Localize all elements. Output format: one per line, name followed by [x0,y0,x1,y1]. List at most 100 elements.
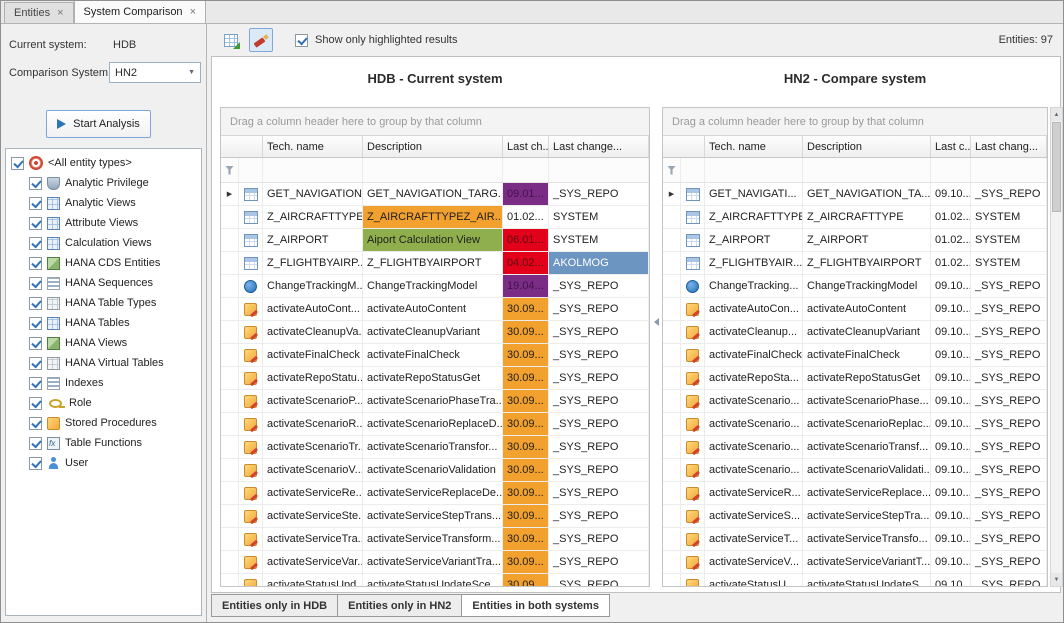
tech-name-cell[interactable]: activateFinalCheck [263,344,363,366]
last-change-user-cell[interactable]: _SYS_REPO [549,482,649,504]
last-changed-cell[interactable]: 09.10... [931,505,971,527]
last-changed-cell[interactable]: 30.09... [503,459,549,481]
description-cell[interactable]: activateScenarioReplaceD... [363,413,503,435]
table-row[interactable]: activateScenario...activateScenarioRepla… [663,413,1047,436]
filter-cell[interactable] [263,158,363,182]
tree-item-hana-views[interactable]: HANA Views [27,333,198,353]
table-row[interactable]: activateServiceV...activateServiceVarian… [663,551,1047,574]
tree-item-hana-cds-entities[interactable]: HANA CDS Entities [27,253,198,273]
table-row[interactable]: activateRepoSta...activateRepoStatusGet0… [663,367,1047,390]
tree-item-hana-sequences[interactable]: HANA Sequences [27,273,198,293]
description-cell[interactable]: activateServiceStepTrans... [363,505,503,527]
highlight-differences-button[interactable] [249,28,273,52]
tree-item-hana-tables[interactable]: HANA Tables [27,313,198,333]
filter-cell[interactable] [705,158,803,182]
filter-cell[interactable] [239,158,263,182]
description-cell[interactable]: Z_AIRCRAFTTYPEZ_AIR... [363,206,503,228]
scrollbar-thumb[interactable] [1052,122,1061,212]
last-changed-cell[interactable]: 06.01... [503,229,549,251]
start-analysis-button[interactable]: Start Analysis [46,110,151,138]
tech-name-cell[interactable]: activateScenario... [705,390,803,412]
description-cell[interactable]: ChangeTrackingModel [363,275,503,297]
last-change-user-cell[interactable]: _SYS_REPO [549,574,649,586]
last-change-user-cell[interactable]: _SYS_REPO [549,183,649,205]
vertical-scrollbar[interactable]: ▲ ▼ [1050,107,1063,587]
table-row[interactable]: Z_FLIGHTBYAIR...Z_FLIGHTBYAIRPORT01.02..… [663,252,1047,275]
last-change-user-cell[interactable]: AKOLMOG [549,252,649,274]
tab-entities[interactable]: Entities × [4,2,74,23]
last-changed-cell[interactable]: 30.09... [503,413,549,435]
table-row[interactable]: activateScenario...activateScenarioValid… [663,459,1047,482]
last-changed-cell[interactable]: 01.02... [931,252,971,274]
description-cell[interactable]: activateServiceReplace... [803,482,931,504]
tech-name-cell[interactable]: activateScenario... [705,459,803,481]
table-row[interactable]: activateServiceR...activateServiceReplac… [663,482,1047,505]
tree-item-all-entity-types[interactable]: <All entity types> [9,153,198,173]
filter-cell[interactable] [971,158,1047,182]
tech-name-cell[interactable]: activateServiceSte... [263,505,363,527]
tech-name-cell[interactable]: activateScenarioV... [263,459,363,481]
checkbox-checked[interactable] [29,317,42,330]
description-cell[interactable]: Z_FLIGHTBYAIRPORT [363,252,503,274]
checkbox-checked[interactable] [29,417,42,430]
table-row[interactable]: activateScenario...activateScenarioTrans… [663,436,1047,459]
description-cell[interactable]: activateServiceReplaceDe... [363,482,503,504]
last-change-user-cell[interactable]: _SYS_REPO [549,528,649,550]
description-cell[interactable]: ChangeTrackingModel [803,275,931,297]
checkbox-checked[interactable] [29,297,42,310]
filter-cell[interactable] [503,158,549,182]
description-cell[interactable]: activateScenarioTransfor... [363,436,503,458]
comparison-system-select[interactable]: HN2 ▼ [109,62,201,83]
last-change-user-cell[interactable]: _SYS_REPO [549,298,649,320]
description-cell[interactable]: activateServiceStepTra... [803,505,931,527]
last-changed-cell[interactable]: 30.09... [503,551,549,573]
last-changed-cell[interactable]: 09.10 [931,574,971,586]
last-changed-cell[interactable]: 09.10... [931,183,971,205]
description-cell[interactable]: activateServiceVariantT... [803,551,931,573]
description-cell[interactable]: activateAutoContent [363,298,503,320]
checkbox-checked[interactable] [295,34,308,47]
description-cell[interactable]: activateServiceTransfo... [803,528,931,550]
last-change-user-cell[interactable]: _SYS_REPO [971,505,1047,527]
column-header-tech-name[interactable]: Tech. name [263,136,363,157]
filter-button-cell[interactable] [221,158,239,182]
tech-name-cell[interactable]: activateAutoCont... [263,298,363,320]
tab-entities-only-in-hdb[interactable]: Entities only in HDB [211,594,338,617]
checkbox-checked[interactable] [29,457,42,470]
tree-item-user[interactable]: User [27,453,198,473]
tech-name-cell[interactable]: activateCleanup... [705,321,803,343]
table-row[interactable]: activateServiceTra...activateServiceTran… [221,528,649,551]
tech-name-cell[interactable]: activateAutoCon... [705,298,803,320]
table-row[interactable]: ▶GET_NAVIGATI...GET_NAVIGATION_TA...09.1… [663,183,1047,206]
last-changed-cell[interactable]: 01.02... [931,229,971,251]
tech-name-cell[interactable]: activateStatusUpd... [263,574,363,586]
description-cell[interactable]: activateStatusUpdateSce... [363,574,503,586]
last-changed-cell[interactable]: 01.02... [931,206,971,228]
last-change-user-cell[interactable]: _SYS_REPO [549,436,649,458]
table-row[interactable]: activateAutoCon...activateAutoContent09.… [663,298,1047,321]
tree-item-hana-virtual-tables[interactable]: HANA Virtual Tables [27,353,198,373]
last-change-user-cell[interactable]: _SYS_REPO [971,482,1047,504]
tech-name-cell[interactable]: activateScenario... [705,413,803,435]
description-cell[interactable]: Z_AIRCRAFTTYPE [803,206,931,228]
tech-name-cell[interactable]: activateScenario... [705,436,803,458]
last-change-user-cell[interactable]: SYSTEM [549,229,649,251]
last-change-user-cell[interactable]: _SYS_REPO [971,436,1047,458]
checkbox-checked[interactable] [29,177,42,190]
tech-name-cell[interactable]: activateCleanupVa... [263,321,363,343]
last-changed-cell[interactable]: 30.09... [503,390,549,412]
table-row[interactable]: Z_AIRCRAFTTYPEZ_AIRCRAFTTYPE01.02...SYST… [663,206,1047,229]
checkbox-checked[interactable] [11,157,24,170]
last-changed-cell[interactable]: 09.10... [931,390,971,412]
filter-cell[interactable] [363,158,503,182]
description-cell[interactable]: activateFinalCheck [363,344,503,366]
checkbox-checked[interactable] [29,217,42,230]
tech-name-cell[interactable]: activateServiceTra... [263,528,363,550]
scroll-up-button[interactable]: ▲ [1051,108,1062,121]
tree-item-table-functions[interactable]: Table Functions [27,433,198,453]
tree-item-role[interactable]: Role [27,393,198,413]
last-change-user-cell[interactable]: _SYS_REPO [549,413,649,435]
last-change-user-cell[interactable]: SYSTEM [971,206,1047,228]
description-cell[interactable]: activateScenarioValidation [363,459,503,481]
last-changed-cell[interactable]: 30.09... [503,367,549,389]
